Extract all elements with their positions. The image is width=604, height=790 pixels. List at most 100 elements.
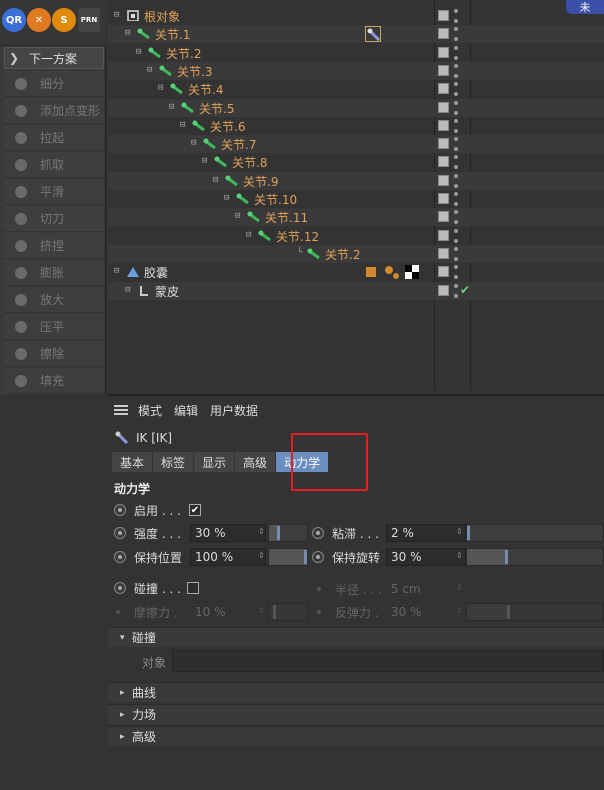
- damping-anim-icon[interactable]: [312, 527, 324, 539]
- keep-position-anim-icon[interactable]: [114, 551, 126, 563]
- group-curves[interactable]: ▸ 曲线: [108, 682, 604, 702]
- keep-rotation-anim-icon[interactable]: [312, 551, 324, 563]
- object-name[interactable]: 关节.8: [232, 154, 267, 171]
- visibility-dots-icon[interactable]: [454, 265, 458, 280]
- visibility-dots-icon[interactable]: [454, 118, 458, 133]
- layer-toggle-icon[interactable]: [438, 64, 449, 76]
- tab-tag[interactable]: 标签: [153, 452, 195, 472]
- outliner-row[interactable]: ⊟ 根对象: [108, 7, 604, 25]
- strength-slider[interactable]: [268, 524, 308, 542]
- outliner-row[interactable]: ⊟ 关节.11: [108, 208, 604, 227]
- x-icon[interactable]: ✕: [27, 8, 51, 32]
- object-name[interactable]: 关节.5: [199, 100, 234, 117]
- tree-expand-icon[interactable]: ⊟: [191, 138, 196, 148]
- outliner-row[interactable]: ⊟ 关节.7: [108, 135, 604, 154]
- layer-toggle-icon[interactable]: [438, 101, 449, 113]
- hamburger-menu-icon[interactable]: [114, 405, 128, 415]
- tool-item[interactable]: 膨胀: [4, 260, 104, 286]
- damping-spinner-icon[interactable]: ⇕: [456, 527, 463, 536]
- visibility-dots-icon[interactable]: [454, 45, 458, 60]
- tab-advanced[interactable]: 高级: [235, 452, 277, 472]
- tool-item[interactable]: 挤捏: [4, 233, 104, 259]
- tree-expand-icon[interactable]: ⊟: [125, 285, 130, 295]
- tool-item[interactable]: 填充: [4, 368, 104, 394]
- outliner-row[interactable]: ⊟ 关节.5: [108, 98, 604, 117]
- outliner-row[interactable]: └ 关节.2: [108, 244, 604, 263]
- outliner-row[interactable]: ⊟ 关节.12: [108, 227, 604, 245]
- visibility-dots-icon[interactable]: [454, 246, 458, 261]
- tree-expand-icon[interactable]: ⊟: [114, 10, 119, 20]
- group-collision[interactable]: ▾ 碰撞: [108, 627, 604, 647]
- tree-expand-icon[interactable]: ⊟: [147, 65, 152, 75]
- outliner-row[interactable]: ⊟ 关节.2: [108, 44, 604, 62]
- tab-basic[interactable]: 基本: [112, 452, 154, 472]
- object-name[interactable]: 关节.12: [276, 228, 319, 245]
- tool-item[interactable]: 平滑: [4, 179, 104, 205]
- object-name[interactable]: 关节.9: [243, 173, 278, 190]
- object-name[interactable]: 关节.2: [325, 246, 360, 263]
- outliner-row[interactable]: ⊟ 蒙皮 ✔: [108, 281, 604, 300]
- visibility-dots-icon[interactable]: [454, 173, 458, 188]
- tool-group-header[interactable]: ❯ 下一方案: [4, 47, 104, 69]
- visibility-dots-icon[interactable]: [454, 283, 458, 298]
- object-link-field[interactable]: [172, 650, 604, 672]
- outliner-row[interactable]: ⊟ 关节.1: [108, 25, 604, 44]
- tree-expand-icon[interactable]: ⊟: [224, 193, 229, 203]
- outliner-row[interactable]: ⊟ 胶囊: [108, 263, 604, 281]
- weight-tag-icon[interactable]: [365, 264, 381, 280]
- outliner-row[interactable]: ⊟ 关节.8: [108, 153, 604, 171]
- qr-icon[interactable]: QR: [2, 8, 26, 32]
- layer-toggle-icon[interactable]: [438, 211, 449, 223]
- keep-position-field[interactable]: 100 %: [190, 548, 266, 566]
- joint-tag-icon[interactable]: [384, 264, 400, 280]
- menu-user-data[interactable]: 用户数据: [210, 402, 258, 419]
- prn-icon[interactable]: PRN: [78, 8, 100, 32]
- tool-item[interactable]: 细分: [4, 71, 104, 97]
- tree-expand-icon[interactable]: ⊟: [235, 211, 240, 221]
- layer-toggle-icon[interactable]: [438, 247, 449, 259]
- damping-slider[interactable]: [466, 524, 604, 542]
- layer-toggle-icon[interactable]: [438, 83, 449, 95]
- layer-toggle-icon[interactable]: [438, 193, 449, 204]
- keep-rotation-slider[interactable]: [466, 548, 604, 566]
- tool-item[interactable]: 擦除: [4, 341, 104, 367]
- layer-toggle-icon[interactable]: [438, 156, 449, 168]
- enable-anim-icon[interactable]: [114, 504, 126, 516]
- strength-anim-icon[interactable]: [114, 527, 126, 539]
- menu-mode[interactable]: 模式: [138, 402, 162, 419]
- tool-item[interactable]: 切刀: [4, 206, 104, 232]
- menu-edit[interactable]: 编辑: [174, 402, 198, 419]
- visibility-dots-icon[interactable]: [454, 63, 458, 78]
- collision-checkbox[interactable]: [186, 582, 199, 594]
- layer-toggle-icon[interactable]: [438, 138, 449, 150]
- enable-checkbox[interactable]: ✔: [188, 504, 201, 516]
- visibility-dots-icon[interactable]: [454, 137, 458, 152]
- visibility-dots-icon[interactable]: [454, 9, 458, 23]
- tree-expand-icon[interactable]: ⊟: [169, 102, 174, 112]
- layer-toggle-icon[interactable]: [438, 10, 449, 21]
- visibility-dots-icon[interactable]: [454, 192, 458, 206]
- strength-spinner-icon[interactable]: ⇕: [258, 527, 265, 536]
- object-name[interactable]: 关节.2: [166, 45, 201, 62]
- collision-anim-icon[interactable]: [114, 582, 126, 594]
- object-name[interactable]: 关节.3: [177, 63, 212, 80]
- tab-display[interactable]: 显示: [194, 452, 236, 472]
- tree-expand-icon[interactable]: ⊟: [180, 120, 185, 130]
- keep-position-spinner-icon[interactable]: ⇕: [258, 551, 265, 560]
- outliner-row[interactable]: ⊟ 关节.9: [108, 171, 604, 190]
- layer-toggle-icon[interactable]: [438, 28, 449, 40]
- tree-expand-icon[interactable]: ⊟: [202, 156, 207, 166]
- visibility-dots-icon[interactable]: [454, 82, 458, 97]
- keep-rotation-spinner-icon[interactable]: ⇕: [456, 551, 463, 560]
- damping-field[interactable]: 2 %: [386, 524, 466, 542]
- object-name[interactable]: 关节.6: [210, 118, 245, 135]
- ik-tag-icon[interactable]: [365, 26, 381, 43]
- tool-item[interactable]: 添加点变形: [4, 98, 104, 124]
- keep-position-slider[interactable]: [268, 548, 308, 566]
- visibility-dots-icon[interactable]: [454, 228, 458, 243]
- object-name[interactable]: 关节.4: [188, 81, 223, 98]
- tree-expand-icon[interactable]: ⊟: [158, 83, 163, 93]
- outliner-row[interactable]: ⊟ 关节.4: [108, 80, 604, 98]
- object-name[interactable]: 关节.7: [221, 136, 256, 153]
- layer-toggle-icon[interactable]: [438, 46, 449, 58]
